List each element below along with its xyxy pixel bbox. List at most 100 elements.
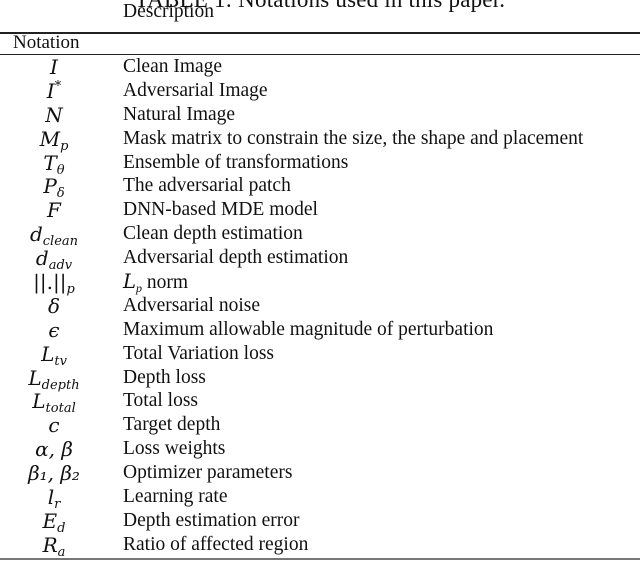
- symbol-base: F: [47, 198, 61, 223]
- table-row: lr Learning rate: [0, 485, 640, 511]
- notation-description: Total Variation loss: [123, 342, 274, 366]
- table-row: α, β Loss weights: [0, 437, 640, 461]
- notation-description: Target depth: [123, 413, 220, 437]
- notation-description: Optimizer parameters: [123, 461, 292, 485]
- symbol-base: P: [43, 174, 57, 199]
- description-text: Depth estimation error: [123, 509, 300, 531]
- table-row: F DNN-based MDE model: [0, 198, 640, 222]
- notation-table-body: I Clean Image I* Adversarial Image N Natural …: [0, 55, 640, 559]
- notation-description: Adversarial depth estimation: [123, 246, 348, 270]
- notation-symbol: ||.||p: [0, 270, 108, 296]
- description-text: Target depth: [123, 414, 221, 436]
- notation-description: Depth estimation error: [123, 509, 300, 533]
- symbol-base: δ: [47, 293, 61, 318]
- description-text: Natural Image: [123, 103, 236, 125]
- description-text: Clean Image: [123, 56, 223, 77]
- symbol-base: ||.||: [33, 270, 67, 295]
- notation-description: Adversarial noise: [123, 294, 260, 318]
- table-row: δ Adversarial noise: [0, 294, 640, 318]
- notation-symbol: Ra: [0, 532, 108, 559]
- notation-description: Learning rate: [123, 485, 227, 509]
- notation-description: Adversarial Image: [123, 79, 268, 103]
- description-text: Total Variation loss: [123, 342, 275, 364]
- symbol-base: N: [45, 102, 63, 127]
- symbol-base: L: [32, 389, 46, 414]
- description-text: Adversarial Image: [123, 79, 268, 101]
- description-text: Maximum allowable magnitude of perturbat…: [123, 318, 494, 340]
- description-text: Adversarial depth estimation: [123, 247, 349, 269]
- notation-symbol: Mp: [0, 127, 108, 153]
- description-text: DNN-based MDE model: [123, 199, 318, 221]
- description-text: norm: [141, 272, 188, 294]
- notation-symbol: N: [0, 103, 108, 127]
- notation-symbol: Ed: [0, 508, 108, 535]
- table-row: Ltv Total Variation loss: [0, 341, 640, 368]
- notation-symbol: Ltv: [0, 341, 108, 368]
- table-row: N Natural Image: [0, 103, 640, 127]
- notation-description: Maximum allowable magnitude of perturbat…: [123, 318, 493, 342]
- symbol-base: c: [48, 413, 60, 438]
- symbol-base: β₁, β₂: [28, 461, 80, 486]
- notation-symbol: lr: [0, 485, 108, 511]
- table-row: c Target depth: [0, 413, 640, 437]
- description-text: Depth loss: [123, 366, 206, 388]
- symbol-base: E: [42, 508, 58, 533]
- notation-description: Natural Image: [123, 103, 235, 127]
- notation-description: Ratio of affected region: [123, 533, 308, 557]
- table-row: I Clean Image: [0, 55, 640, 79]
- table-row: Ltotal Total loss: [0, 389, 640, 415]
- notation-symbol: dadv: [0, 246, 108, 272]
- symbol-base: L: [28, 365, 42, 390]
- notation-description: Clean depth estimation: [123, 222, 303, 246]
- notation-symbol: Ltotal: [0, 389, 108, 415]
- description-text: Total loss: [123, 390, 199, 412]
- symbol-base: L: [41, 341, 55, 366]
- table-row: Tθ Ensemble of transformations: [0, 150, 640, 177]
- description-text: Ensemble of transformations: [123, 151, 349, 173]
- description-text: Learning rate: [123, 486, 228, 508]
- description-text: The adversarial patch: [123, 175, 291, 197]
- notation-description: Lp norm: [123, 270, 188, 295]
- table-row: I* Adversarial Image: [0, 79, 640, 103]
- notation-symbol: I*: [0, 79, 108, 103]
- top-rule: [0, 32, 640, 34]
- notation-symbol: F: [0, 198, 108, 222]
- notation-description: Depth loss: [123, 366, 206, 390]
- header-notation: Notation: [13, 32, 80, 53]
- description-text: Adversarial noise: [123, 294, 260, 316]
- symbol-base: I: [50, 55, 58, 79]
- symbol-base: d: [29, 222, 43, 247]
- symbol-base: I: [46, 78, 55, 103]
- table-row: Pδ The adversarial patch: [0, 174, 640, 200]
- table-caption: TABLE 1: Notations used in this paper.: [0, 0, 640, 13]
- notation-description: Total loss: [123, 389, 198, 413]
- notation-symbol: α, β: [0, 437, 108, 461]
- notation-description: Clean Image: [123, 55, 222, 79]
- symbol-base: R: [42, 532, 58, 557]
- table-row: ||.||p Lp norm: [0, 270, 640, 296]
- table-row: dadv Adversarial depth estimation: [0, 246, 640, 272]
- notation-symbol: Pδ: [0, 174, 108, 200]
- notation-description: Mask matrix to constrain the size, the s…: [123, 127, 583, 151]
- notation-symbol: β₁, β₂: [0, 461, 108, 485]
- table-row: Mp Mask matrix to constrain the size, the…: [0, 127, 640, 153]
- description-text: Loss weights: [123, 438, 226, 460]
- table-row: ϵ Maximum allowable magnitude of perturba…: [0, 318, 640, 342]
- description-text: Mask matrix to constrain the size, the s…: [123, 127, 584, 149]
- table-row: Ra Ratio of affected region: [0, 532, 640, 559]
- symbol-base: T: [43, 150, 57, 175]
- table-row: β₁, β₂ Optimizer parameters: [0, 461, 640, 485]
- notation-description: Ensemble of transformations: [123, 151, 348, 175]
- symbol-base: α, β: [35, 437, 73, 462]
- notation-description: DNN-based MDE model: [123, 198, 318, 222]
- table-row: Ed Depth estimation error: [0, 508, 640, 535]
- description-text: Clean depth estimation: [123, 223, 303, 245]
- bottom-rule: [0, 558, 640, 560]
- header-description: Description: [123, 1, 214, 22]
- table-row: Ldepth Depth loss: [0, 365, 640, 392]
- notation-description: Loss weights: [123, 437, 225, 461]
- notation-symbol: dclean: [0, 222, 108, 248]
- symbol-superscript: *: [54, 78, 62, 94]
- notation-symbol: ϵ: [0, 318, 108, 342]
- description-math: L: [123, 270, 136, 294]
